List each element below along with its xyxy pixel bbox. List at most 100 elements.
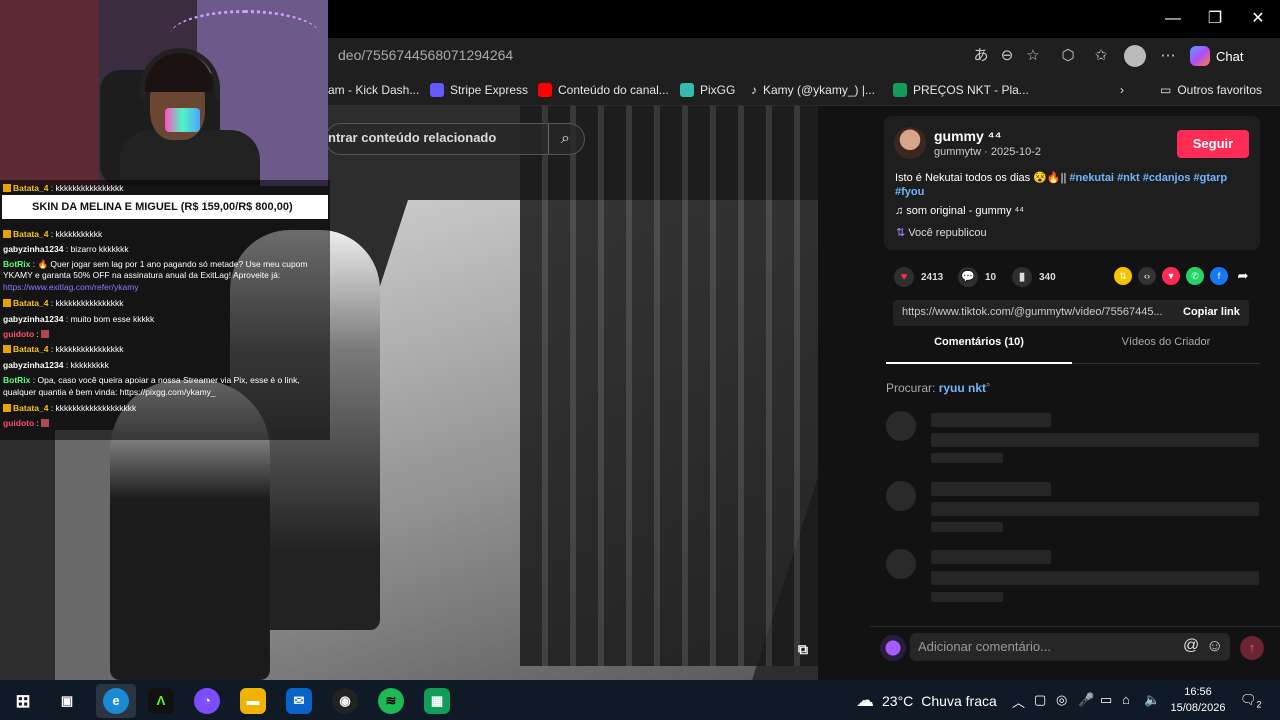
author-avatar[interactable] (894, 127, 926, 159)
other-favorites-label: Outros favoritos (1177, 83, 1263, 97)
favorite-kick[interactable]: am - Kick Dash... (328, 80, 419, 100)
comment-skeleton-line (931, 433, 1259, 447)
hashtag-link[interactable]: #fyou (895, 186, 924, 198)
favorite-label: PixGG (700, 83, 736, 97)
favorite-stripe[interactable]: Stripe Express (430, 80, 528, 100)
file-explorer-icon[interactable]: ▬ (240, 688, 266, 714)
hashtag-link[interactable]: #cdanjos (1143, 172, 1191, 184)
chat-link[interactable]: https://www.exitlag.com/refer/ykamy (3, 282, 139, 293)
chat-message: gabyzinha1234 : kkkkkkkkk (3, 360, 109, 370)
mention-icon[interactable]: @ (1183, 637, 1199, 655)
comment-count: 10 (985, 271, 997, 283)
favorite-pixgg[interactable]: PixGG (680, 80, 735, 100)
search-suggestion-term: ryuu nkt (938, 381, 987, 395)
share-arrow-icon[interactable]: ➦ (1234, 267, 1252, 285)
close-window-button[interactable]: ✕ (1247, 8, 1269, 30)
chat-message: BotRix : Opa, caso você queira apoiar a … (3, 375, 300, 385)
chat-message: Batata_4 : kkkkkkkkkkkkkkkk (3, 183, 124, 194)
whatsapp-icon[interactable]: ✆ (1186, 267, 1204, 285)
windows-start-icon[interactable]: ⊞ (10, 688, 36, 714)
send-to-friend-icon[interactable]: ▼ (1162, 267, 1180, 285)
notifications-icon[interactable]: 🗨2 (1240, 692, 1262, 710)
comment-skeleton-line (931, 550, 1051, 564)
edge-browser-icon[interactable]: e (103, 688, 129, 714)
tray-app-icon[interactable]: ▢ (1034, 692, 1046, 708)
more-menu-icon[interactable]: ⋯ (1157, 45, 1179, 67)
comment-input[interactable]: Adicionar comentário... (910, 633, 1230, 661)
like-count: 2413 (921, 271, 944, 283)
zoom-icon[interactable]: ⊖ (996, 45, 1018, 67)
comment-skeleton-line (931, 592, 1003, 602)
hashtag-link[interactable]: #nkt (1117, 172, 1140, 184)
favorite-label: PREÇOS NKT - Pla... (913, 83, 1029, 97)
comment-button[interactable]: 💬 10 (958, 266, 996, 288)
related-search-placeholder[interactable]: ntrar conteúdo relacionado (328, 130, 496, 145)
translate-icon[interactable]: あ (970, 45, 992, 67)
comment-skeleton-line (931, 482, 1051, 496)
emoji-icon[interactable]: ☺ (1206, 636, 1223, 656)
system-clock[interactable]: 16:56 15/08/2026 (1168, 684, 1228, 716)
microphone-tray-icon[interactable]: 🎤 (1078, 692, 1094, 708)
discord-icon[interactable]: ◔ (194, 688, 220, 714)
weather-widget[interactable]: ☁ 23°C Chuva fraca (856, 690, 997, 711)
hashtag-link[interactable]: #gtarp (1194, 172, 1228, 184)
bookmark-icon: ▮ (1012, 267, 1032, 287)
stream-chat: Batata_4 : kkkkkkkkkkkkkkkk Batata_4 : k… (0, 180, 330, 440)
copilot-chat-button[interactable]: Chat (1190, 44, 1260, 68)
repost-icon: ⇅ (896, 227, 909, 239)
kick-app-icon[interactable]: Λ (148, 688, 174, 714)
sound-link[interactable]: ♫ som original - gummy ⁴⁴ (895, 205, 1024, 217)
network-icon[interactable]: ⌂ (1122, 692, 1130, 707)
url-text[interactable]: deo/7556744568071294264 (338, 47, 513, 63)
comment-skeleton-avatar (886, 549, 916, 579)
sheets-app-icon[interactable]: ▦ (424, 688, 450, 714)
picture-in-picture-icon[interactable]: ⧉ (788, 634, 818, 664)
heart-icon: ♥ (894, 267, 914, 287)
task-view-icon[interactable]: ▣ (54, 688, 80, 714)
favorites-overflow-chevron-icon[interactable]: › (1120, 80, 1124, 100)
temperature: 23°C (882, 692, 914, 709)
copy-link-button[interactable]: Copiar link (1183, 306, 1240, 318)
author-name[interactable]: gummy ⁴⁴ (934, 128, 1002, 144)
tab-creator-videos[interactable]: Vídeos do Criador (1072, 336, 1260, 364)
comment-icon: 💬 (958, 267, 978, 287)
search-suggestion[interactable]: Procurar: ryuu nkt⌕ (886, 380, 991, 395)
save-count: 340 (1039, 271, 1056, 283)
volume-tray-icon[interactable]: 🔈 (1144, 692, 1160, 708)
chat-message-continued: YKAMY e garanta 50% OFF na assinatura an… (3, 270, 281, 280)
obs-icon[interactable]: ◉ (332, 688, 358, 714)
minimize-button[interactable]: — (1162, 8, 1184, 30)
repost-share-icon[interactable]: ⇅ (1114, 267, 1132, 285)
tab-comments[interactable]: Comentários (10) (886, 336, 1072, 364)
hashtag-link[interactable]: #nekutai (1069, 172, 1114, 184)
profile-avatar[interactable] (1124, 45, 1146, 67)
pixgg-icon (680, 83, 694, 97)
chat-message: gabyzinha1234 : bizarro kkkkkkk (3, 244, 129, 254)
tray-app-icon[interactable]: ◎ (1056, 692, 1067, 708)
chat-message: guidoto : (3, 418, 51, 429)
search-suggestion-prefix: Procurar: (886, 381, 936, 395)
chevron-up-icon[interactable]: ︿ (1012, 692, 1025, 711)
favorite-sheets[interactable]: PREÇOS NKT - Pla... (893, 80, 1029, 100)
search-icon[interactable]: ⌕ (548, 124, 582, 154)
maximize-button[interactable]: ❐ (1204, 8, 1226, 30)
tab-comments-label: Comentários (10) (934, 336, 1024, 348)
facebook-icon[interactable]: f (1210, 267, 1228, 285)
video-link[interactable]: https://www.tiktok.com/@gummytw/video/75… (902, 306, 1163, 318)
chat-message-continued: qualquer quantia é bem vinda: https://pi… (3, 387, 216, 397)
spotify-icon[interactable]: ≋ (378, 688, 404, 714)
favorite-star-icon[interactable]: ☆ (1022, 45, 1044, 67)
other-favorites[interactable]: ▭ Outros favoritos (1160, 80, 1262, 100)
outlook-icon[interactable]: ✉ (286, 688, 312, 714)
follow-button[interactable]: Seguir (1177, 130, 1249, 158)
display-tray-icon[interactable]: ▭ (1100, 692, 1112, 708)
extensions-icon[interactable]: ⬡ (1057, 45, 1079, 67)
favorites-icon[interactable]: ✩ (1090, 45, 1112, 67)
goal-banner: SKIN DA MELINA E MIGUEL (R$ 159,00/R$ 80… (2, 195, 328, 219)
send-comment-button[interactable]: ↑ (1240, 636, 1264, 660)
like-button[interactable]: ♥ 2413 (894, 266, 943, 288)
save-button[interactable]: ▮ 340 (1012, 266, 1056, 288)
embed-icon[interactable]: ‹› (1138, 267, 1156, 285)
favorite-youtube[interactable]: Conteúdo do canal... (538, 80, 669, 100)
favorite-tiktok[interactable]: ♪ Kamy (@ykamy_) |... (751, 80, 875, 100)
